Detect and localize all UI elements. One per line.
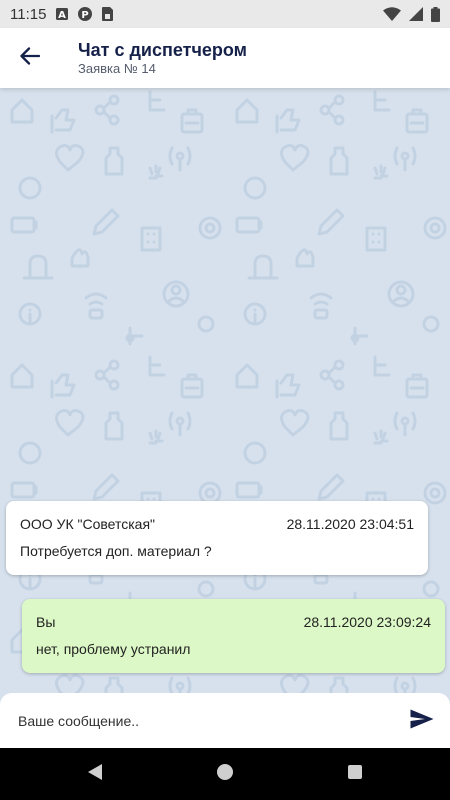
chat-area[interactable]: ООО УК "Советская" 28.11.2020 23:04:51 П… [0, 88, 450, 693]
back-triangle-icon [87, 763, 103, 786]
wifi-icon [383, 7, 401, 21]
svg-text:P: P [82, 10, 89, 21]
home-circle-icon [216, 763, 234, 786]
message-text: нет, проблему устранил [36, 641, 191, 657]
message-header: Вы 28.11.2020 23:09:24 [36, 614, 431, 630]
page-title: Чат с диспетчером [78, 40, 247, 60]
status-bar: 11:15 A P [0, 0, 450, 28]
sim-icon [102, 7, 114, 21]
a-letter-icon: A [56, 8, 69, 20]
message-timestamp: 28.11.2020 23:09:24 [303, 614, 431, 630]
message-outgoing[interactable]: Вы 28.11.2020 23:09:24 нет, проблему уст… [22, 599, 445, 673]
message-header: ООО УК "Советская" 28.11.2020 23:04:51 [20, 516, 414, 532]
message-incoming[interactable]: ООО УК "Советская" 28.11.2020 23:04:51 П… [6, 501, 428, 575]
recents-square-icon [347, 764, 363, 785]
status-time: 11:15 [10, 5, 47, 23]
nav-home-button[interactable] [205, 754, 245, 794]
send-icon [410, 709, 434, 734]
message-sender: ООО УК "Советская" [20, 516, 155, 532]
battery-icon [431, 6, 440, 22]
arrow-left-icon [20, 46, 41, 70]
message-sender: Вы [36, 614, 56, 630]
message-timestamp: 28.11.2020 23:04:51 [286, 516, 414, 532]
message-text: Потребуется доп. материал ? [20, 543, 212, 559]
message-input[interactable] [18, 700, 378, 741]
signal-icon [409, 7, 423, 21]
status-left: 11:15 A P [10, 5, 114, 23]
status-right [383, 6, 440, 22]
app-bar: Чат с диспетчером Заявка № 14 [0, 28, 450, 88]
send-button[interactable] [408, 707, 436, 735]
message-composer [0, 693, 450, 748]
svg-text:A: A [59, 10, 67, 20]
nav-back-button[interactable] [75, 754, 115, 794]
back-button[interactable] [0, 28, 60, 88]
page-subtitle: Заявка № 14 [78, 61, 156, 76]
p-circle-icon: P [78, 7, 93, 21]
nav-recents-button[interactable] [335, 754, 375, 794]
header-titles: Чат с диспетчером Заявка № 14 [78, 39, 247, 77]
system-nav-bar [0, 748, 450, 800]
